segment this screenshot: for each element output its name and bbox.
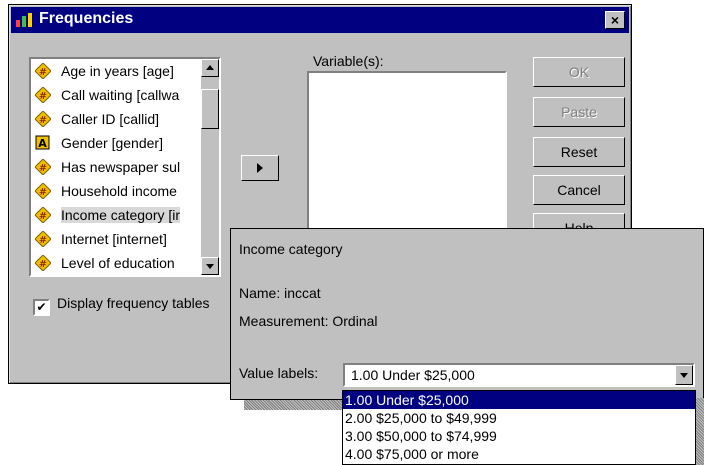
chevron-down-icon — [680, 373, 688, 378]
value-labels-selected: 1.00 Under $25,000 — [351, 367, 475, 383]
list-item[interactable]: # Household income — [31, 179, 219, 203]
scale-variable-icon: # — [35, 231, 51, 247]
svg-text:#: # — [39, 115, 47, 126]
cancel-button[interactable]: Cancel — [533, 175, 625, 205]
svg-text:#: # — [39, 163, 47, 174]
arrow-down-icon — [206, 264, 214, 269]
list-item[interactable]: # Caller ID [callid] — [31, 107, 219, 131]
list-item[interactable]: # Level of education — [31, 251, 219, 275]
list-item[interactable]: # Age in years [age] — [31, 59, 219, 83]
string-variable-icon: A — [35, 135, 50, 150]
popup-variable-title: Income category — [239, 241, 343, 257]
svg-text:#: # — [39, 91, 47, 102]
list-item[interactable]: A Gender [gender] — [31, 131, 219, 155]
popup-measurement: Measurement: Ordinal — [239, 313, 378, 329]
spss-app-icon — [16, 13, 32, 27]
svg-text:#: # — [39, 259, 47, 270]
svg-text:#: # — [39, 187, 47, 198]
list-item[interactable]: # Internet [internet] — [31, 227, 219, 251]
display-frequency-tables-checkbox[interactable]: ✔ — [33, 299, 50, 316]
reset-button[interactable]: Reset — [533, 137, 625, 167]
move-to-variables-button[interactable] — [241, 155, 279, 181]
paste-button[interactable]: Paste — [533, 97, 625, 127]
combobox-dropdown-button[interactable] — [675, 365, 693, 385]
scale-variable-icon: # — [35, 183, 51, 199]
list-item-selected[interactable]: # Income category [ir — [31, 203, 219, 227]
scroll-thumb[interactable] — [201, 89, 219, 129]
scroll-down-button[interactable] — [201, 257, 219, 275]
arrow-up-icon — [206, 65, 214, 70]
scale-variable-icon: # — [35, 63, 51, 79]
dropdown-option[interactable]: 3.00 $50,000 to $74,999 — [343, 427, 695, 445]
scale-variable-icon: # — [35, 207, 51, 223]
value-labels-dropdown-list[interactable]: 1.00 Under $25,000 2.00 $25,000 to $49,9… — [342, 390, 696, 465]
ok-button[interactable]: OK — [533, 57, 625, 87]
vertical-scrollbar[interactable] — [201, 59, 219, 275]
popup-variable-name: Name: inccat — [239, 285, 321, 301]
source-variable-list[interactable]: # Age in years [age] # Call waiting [cal… — [29, 57, 221, 277]
close-button[interactable]: × — [605, 11, 625, 29]
scale-variable-icon: # — [35, 111, 51, 127]
scroll-up-button[interactable] — [201, 59, 219, 77]
dropdown-shadow — [696, 398, 704, 465]
value-labels-label: Value labels: — [239, 365, 319, 381]
value-labels-combobox[interactable]: 1.00 Under $25,000 — [343, 363, 695, 387]
scale-variable-icon: # — [35, 87, 51, 103]
popup-shadow — [244, 400, 344, 410]
list-item[interactable]: # Has newspaper sul — [31, 155, 219, 179]
arrow-right-icon — [257, 163, 263, 173]
dropdown-option[interactable]: 2.00 $25,000 to $49,999 — [343, 409, 695, 427]
display-frequency-tables-label[interactable]: Display frequency tables — [57, 295, 210, 311]
dropdown-option[interactable]: 4.00 $75,000 or more — [343, 445, 695, 463]
list-item[interactable]: # Call waiting [callwa — [31, 83, 219, 107]
svg-text:#: # — [39, 67, 47, 78]
scale-variable-icon: # — [35, 255, 51, 271]
svg-text:#: # — [39, 211, 47, 222]
svg-text:A: A — [38, 137, 47, 150]
title-bar[interactable]: Frequencies × — [11, 7, 629, 33]
variable-info-popup: Income category Name: inccat Measurement… — [230, 228, 704, 400]
window-title: Frequencies — [39, 10, 134, 27]
scale-variable-icon: # — [35, 159, 51, 175]
svg-text:#: # — [39, 235, 47, 246]
variables-label: Variable(s): — [313, 53, 384, 69]
dropdown-option-selected[interactable]: 1.00 Under $25,000 — [343, 391, 695, 409]
